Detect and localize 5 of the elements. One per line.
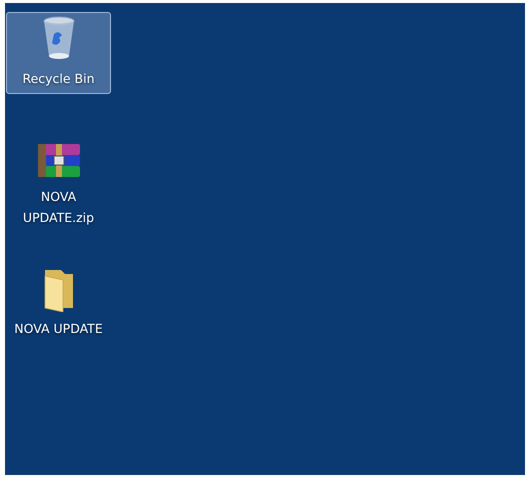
desktop-icon[interactable]: NOVA UPDATE	[6, 264, 111, 344]
desktop-icon[interactable]: NOVA UPDATE.zip	[6, 138, 111, 233]
desktop-icon[interactable]: Recycle Bin	[6, 12, 111, 94]
archive-icon	[36, 142, 82, 180]
recycle-bin-icon	[42, 16, 76, 62]
